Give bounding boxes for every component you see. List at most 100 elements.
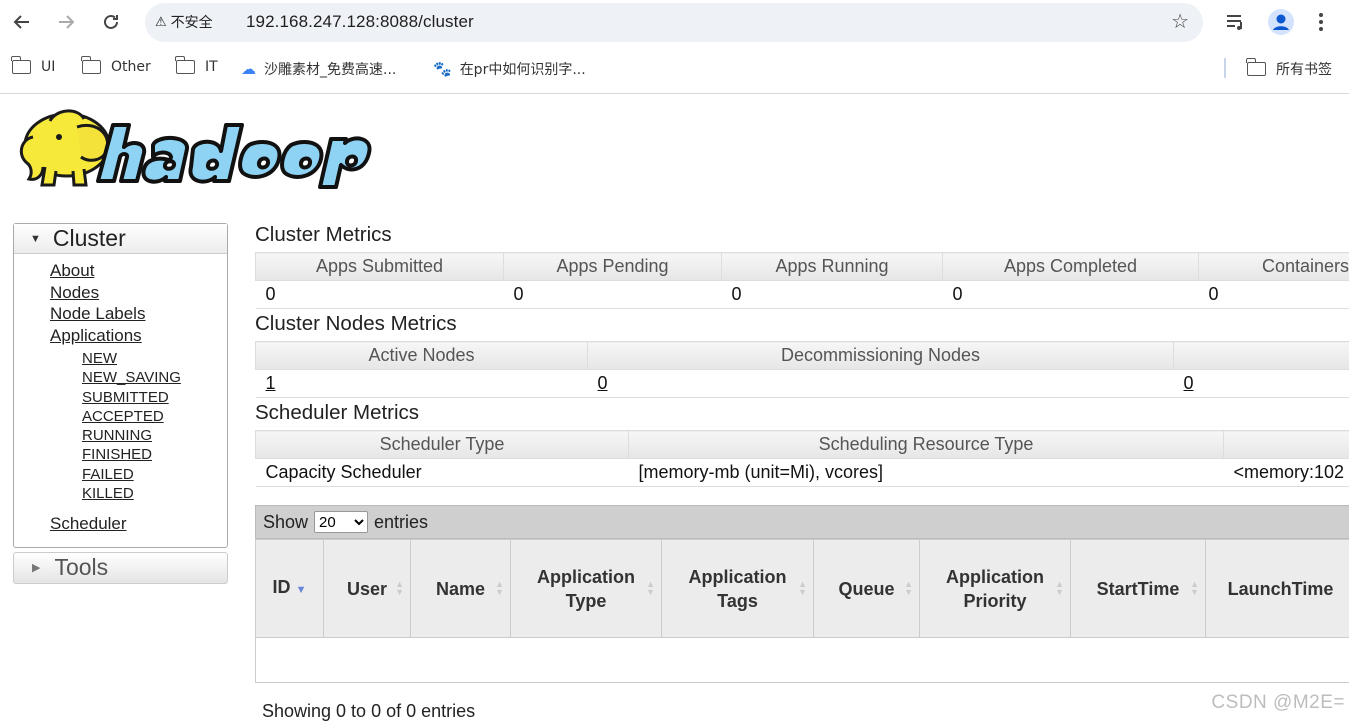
app-state-finished[interactable]: FINISHED xyxy=(82,445,227,464)
app-state-failed[interactable]: FAILED xyxy=(82,465,227,484)
bookmark-shadiao[interactable]: ☁ 沙雕素材_免费高速... xyxy=(241,59,396,79)
cluster-panel-title: Cluster xyxy=(52,225,126,251)
folder-icon xyxy=(175,56,195,74)
app-state-new-saving[interactable]: NEW_SAVING xyxy=(82,368,227,387)
bookmarks-bar: UI Other IT ☁ 沙雕素材_免费高速... 🐾 在pr中如何识别字... … xyxy=(0,46,1349,94)
column-header-label: StartTime xyxy=(1096,578,1180,599)
menu-kebab-icon[interactable] xyxy=(1318,9,1324,35)
media-queue-icon[interactable] xyxy=(1226,9,1246,35)
bookmark-label: UI xyxy=(41,59,56,75)
nav-link-nodes[interactable]: Nodes xyxy=(50,282,227,304)
nav-link-node-labels[interactable]: Node Labels xyxy=(50,303,227,325)
hadoop-logo[interactable] xyxy=(15,105,390,195)
column-header-launchtime[interactable]: LaunchTime xyxy=(1205,539,1349,638)
metric-header: Apps Submitted xyxy=(255,252,504,281)
bookmark-folder-other[interactable]: Other xyxy=(81,56,151,75)
bookmarks-separator xyxy=(1224,58,1226,78)
metric-value: 0 xyxy=(1198,280,1349,309)
cluster-panel: ▼ Cluster About Nodes Node Labels Applic… xyxy=(13,223,228,548)
metric-value: 0 xyxy=(942,280,1199,309)
url-text[interactable]: 192.168.247.128:8088/cluster xyxy=(246,12,474,32)
nodes-metrics-table: Active Nodes Decommissioning Nodes 1 0 0 xyxy=(255,341,1349,398)
metric-header: Active Nodes xyxy=(255,341,588,370)
column-header-label: LaunchTime xyxy=(1227,578,1334,599)
page-size-select[interactable]: 20 xyxy=(314,511,369,533)
yarn-page: ▼ Cluster About Nodes Node Labels Applic… xyxy=(0,95,1349,722)
sort-icon: ▲ ▼ xyxy=(1055,579,1064,597)
column-header-label: Queue xyxy=(838,578,895,599)
app-state-accepted[interactable]: ACCEPTED xyxy=(82,407,227,426)
collapsed-triangle-icon: ▶ xyxy=(32,562,41,575)
decommissioning-nodes-link[interactable]: 0 xyxy=(587,369,1174,398)
sort-desc-icon: ▼ xyxy=(295,584,307,596)
column-header-queue[interactable]: Queue ▲ ▼ xyxy=(813,539,920,638)
column-header-application-type[interactable]: Application Type ▲ ▼ xyxy=(510,539,662,638)
apps-length-control: Show 20 entries xyxy=(255,505,1349,539)
scheduler-metrics-table: Scheduler Type Scheduling Resource Type … xyxy=(255,430,1349,487)
app-state-new[interactable]: NEW xyxy=(82,349,227,368)
bookmark-label: IT xyxy=(205,59,218,75)
bookmark-star-icon[interactable]: ☆ xyxy=(1171,9,1189,34)
column-header-application-tags[interactable]: Application Tags ▲ ▼ xyxy=(661,539,814,638)
reload-icon[interactable] xyxy=(97,8,125,36)
all-bookmarks-folder[interactable]: 所有书签 xyxy=(1246,58,1332,79)
nav-link-about[interactable]: About xyxy=(50,260,227,282)
show-label: Show xyxy=(263,511,309,532)
column-header-user[interactable]: User ▲ ▼ xyxy=(323,539,411,638)
applications-table-wrapper: Show 20 entries ID ▼ User ▲ ▼ Name ▲ ▼ Appli… xyxy=(255,505,1349,722)
scheduler-metrics-title: Scheduler Metrics xyxy=(255,401,420,424)
sort-icon: ▲ ▼ xyxy=(395,579,404,597)
cluster-panel-body: About Nodes Node Labels Applications NEW… xyxy=(14,254,227,547)
app-state-submitted[interactable]: SUBMITTED xyxy=(82,388,227,407)
bookmark-label: 沙雕素材_免费高速... xyxy=(264,62,397,78)
forward-icon[interactable] xyxy=(52,8,80,36)
entries-label: entries xyxy=(374,511,429,532)
app-state-links: NEW NEW_SAVING SUBMITTED ACCEPTED RUNNIN… xyxy=(50,346,227,513)
cluster-metrics-title: Cluster Metrics xyxy=(255,223,392,246)
sort-icon: ▲ ▼ xyxy=(1190,579,1199,597)
security-chip[interactable]: ⚠ 不安全 xyxy=(155,12,213,32)
bookmark-baidu[interactable]: 🐾 在pr中如何识别字... xyxy=(433,59,586,79)
metric-header: Containers xyxy=(1198,252,1349,281)
column-header-name[interactable]: Name ▲ ▼ xyxy=(410,539,511,638)
cluster-panel-header[interactable]: ▼ Cluster xyxy=(14,224,227,254)
applications-table: ID ▼ User ▲ ▼ Name ▲ ▼ Application Type ▲ ▼ Ap… xyxy=(255,539,1349,683)
address-bar[interactable]: ⚠ 不安全 192.168.247.128:8088/cluster ☆ xyxy=(145,3,1203,42)
folder-icon xyxy=(81,56,101,74)
app-state-running[interactable]: RUNNING xyxy=(82,426,227,445)
metric-value: 0 xyxy=(255,280,504,309)
metric-value: 0 xyxy=(503,280,722,309)
column-header-starttime[interactable]: StartTime ▲ ▼ xyxy=(1070,539,1206,638)
back-icon[interactable] xyxy=(8,8,36,36)
folder-icon xyxy=(1246,58,1266,76)
metric-header xyxy=(1173,341,1349,370)
nav-link-scheduler[interactable]: Scheduler xyxy=(50,513,227,535)
metric-header: Scheduling Resource Type xyxy=(628,430,1224,459)
metric-header xyxy=(1223,430,1349,459)
column-header-application-priority[interactable]: Application Priority ▲ ▼ xyxy=(919,539,1071,638)
expand-triangle-icon: ▼ xyxy=(30,232,41,245)
metric-header: Apps Running xyxy=(721,252,943,281)
metric-header: Scheduler Type xyxy=(255,430,629,459)
nav-link-applications[interactable]: Applications xyxy=(50,325,227,347)
bookmark-folder-ui[interactable]: UI xyxy=(11,56,56,75)
tools-panel-header[interactable]: ▶ Tools xyxy=(13,551,228,584)
nodes-metric-link[interactable]: 0 xyxy=(1173,369,1349,398)
baidu-paw-icon: 🐾 xyxy=(433,60,452,78)
scheduler-type-value: Capacity Scheduler xyxy=(255,458,629,487)
sort-icon: ▲ ▼ xyxy=(646,579,655,597)
bookmark-folder-it[interactable]: IT xyxy=(175,56,218,75)
watermark: CSDN @M2E= xyxy=(1211,692,1345,713)
table-info: Showing 0 to 0 of 0 entries xyxy=(262,701,476,721)
metric-header: Apps Completed xyxy=(942,252,1199,281)
profile-avatar-icon[interactable] xyxy=(1268,9,1294,35)
scheduling-resource-type-value: [memory-mb (unit=Mi), vcores] xyxy=(628,458,1224,487)
metric-header: Apps Pending xyxy=(503,252,722,281)
browser-toolbar: ⚠ 不安全 192.168.247.128:8088/cluster ☆ xyxy=(0,0,1349,46)
column-header-label: Application Priority xyxy=(946,566,1044,611)
active-nodes-link[interactable]: 1 xyxy=(255,369,588,398)
app-state-killed[interactable]: KILLED xyxy=(82,484,227,503)
cloud-favicon-icon: ☁ xyxy=(241,60,256,78)
security-label: 不安全 xyxy=(170,15,213,31)
column-header-id[interactable]: ID ▼ xyxy=(255,539,324,638)
